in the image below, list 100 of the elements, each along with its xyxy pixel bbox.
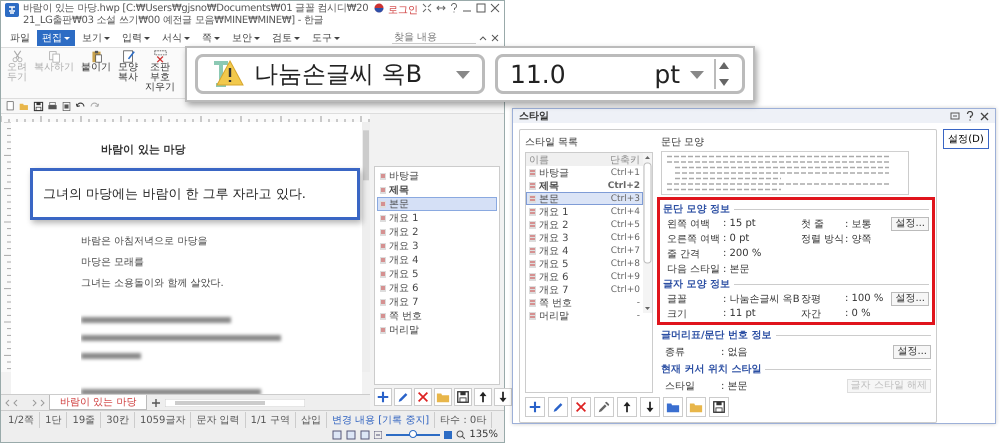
style-row[interactable]: 바탕글 Ctrl+1 (526, 166, 643, 179)
magnifier-icon[interactable] (456, 430, 466, 439)
style-row[interactable]: 개요 4 Ctrl+7 (526, 244, 643, 257)
help-icon[interactable] (450, 3, 458, 13)
menu-item[interactable]: 서식 (157, 30, 195, 46)
document-tab[interactable]: 바람이 있는 마당 (49, 395, 148, 410)
slider-thumb[interactable] (409, 430, 418, 438)
menu-item[interactable]: 보안 (227, 30, 265, 46)
style-row[interactable]: 개요 6 Ctrl+9 (526, 270, 643, 283)
x-icon (574, 400, 588, 414)
print-icon[interactable] (47, 100, 58, 112)
arrows-icon[interactable] (436, 3, 446, 13)
status-text: 30칸 (101, 412, 135, 428)
style-row[interactable]: 개요 1 Ctrl+4 (526, 205, 643, 218)
style-row[interactable]: 개요 5 Ctrl+8 (526, 257, 643, 270)
menu-item[interactable]: 검토 (267, 30, 305, 46)
menu-item[interactable]: 보기 (77, 30, 115, 46)
zoom-out-icon[interactable] (374, 430, 382, 438)
style-icon (380, 256, 386, 264)
field-value: : 15 pt (723, 218, 757, 229)
delete-style-button[interactable] (571, 397, 591, 417)
settings-button[interactable]: 설정(D) (943, 129, 989, 149)
edit-style-button[interactable] (394, 388, 412, 406)
column-header: 이름 (529, 154, 550, 166)
font-size-field[interactable]: 11.0 pt (495, 54, 745, 94)
status-text: 문자 입력 (191, 412, 246, 428)
style-row[interactable]: 개요 7 Ctrl+0 (526, 283, 643, 296)
help-icon[interactable] (966, 111, 974, 121)
preview-icon[interactable] (61, 100, 72, 112)
zoom-in-icon[interactable] (444, 430, 452, 438)
style-item[interactable]: 제목 (377, 183, 497, 197)
vertical-scrollbar[interactable] (643, 153, 652, 313)
full-view-icon[interactable] (360, 430, 370, 440)
move-down-button[interactable] (640, 397, 660, 417)
edit-style-button[interactable] (548, 397, 568, 417)
horizontal-scrollbar[interactable] (165, 398, 306, 406)
style-row[interactable]: 제목 Ctrl+2 (526, 179, 643, 192)
close-icon[interactable] (490, 33, 500, 43)
style-item[interactable]: 개요 6 (377, 281, 497, 295)
settings-button[interactable]: 설정... (893, 344, 931, 358)
field-value: : 100 % (845, 293, 884, 304)
login-link[interactable]: 로그인 (388, 3, 418, 17)
style-item[interactable]: 개요 7 (377, 295, 497, 309)
style-item[interactable]: 개요 3 (377, 239, 497, 253)
two-page-view-icon[interactable] (346, 430, 356, 440)
search-field[interactable]: 찾을 내용 (392, 32, 476, 44)
close-icon[interactable] (980, 112, 989, 120)
menu-item[interactable]: 편집 (37, 30, 75, 46)
font-field[interactable]: 나눔손글씨 옥B (195, 54, 485, 94)
style-item[interactable]: 쪽 번호 (377, 309, 497, 323)
spin-buttons-icon[interactable] (714, 57, 730, 91)
save-button[interactable] (454, 388, 472, 406)
menu-item[interactable]: 도구 (307, 30, 345, 46)
style-row[interactable]: 머리말 - (526, 309, 643, 322)
style-item[interactable]: 본문 (377, 197, 497, 211)
pencil-icon (551, 400, 565, 414)
settings-button[interactable]: 설정... (891, 216, 929, 230)
style-name: 개요 5 (539, 258, 570, 270)
page-view-icon[interactable] (332, 430, 342, 440)
ribbon-button[interactable]: 모양 복사 (116, 50, 140, 96)
close-icon[interactable] (490, 3, 500, 13)
settings-button[interactable]: 설정... (891, 292, 929, 306)
style-row[interactable]: 개요 3 Ctrl+6 (526, 231, 643, 244)
style-name: 개요 6 (539, 270, 570, 284)
style-item[interactable]: 개요 2 (377, 225, 497, 239)
style-row[interactable]: 본문 Ctrl+3 (526, 192, 643, 205)
style-item[interactable]: 머리말 (377, 323, 497, 337)
fullscreen-icon[interactable] (422, 3, 432, 13)
new-document-icon[interactable] (5, 100, 16, 112)
style-row[interactable]: 쪽 번호 - (526, 296, 643, 309)
add-tab-icon[interactable] (151, 398, 162, 408)
move-up-button[interactable] (474, 388, 492, 406)
maximize-icon[interactable] (476, 3, 486, 13)
menu-item[interactable]: 입력 (117, 30, 155, 46)
style-item[interactable]: 개요 1 (377, 211, 497, 225)
style-icon (380, 284, 386, 292)
delete-style-button[interactable] (414, 388, 432, 406)
ribbon-button[interactable]: 조판 부호 지우기 (143, 50, 177, 96)
add-style-button[interactable] (525, 397, 545, 417)
style-item[interactable]: 바탕글 (377, 169, 497, 183)
menu-item[interactable]: 파일 (5, 30, 35, 46)
style-item[interactable]: 개요 5 (377, 267, 497, 281)
ribbon-button[interactable]: 붙이기 (79, 50, 113, 96)
status-text: 19줄 (67, 412, 102, 428)
save-icon[interactable] (33, 100, 44, 112)
track-changes-link[interactable]: 변경 내용 [기록 중지] (326, 412, 436, 428)
save-button[interactable] (709, 397, 729, 417)
add-style-button[interactable] (374, 388, 392, 406)
body-text: 마당은 모래를 (81, 256, 146, 269)
move-up-button[interactable] (617, 397, 637, 417)
move-down-button[interactable] (494, 388, 512, 406)
shortcut-text: - (636, 310, 640, 320)
restore-icon[interactable] (950, 111, 960, 121)
style-item[interactable]: 개요 4 (377, 253, 497, 267)
shortcut-text: Ctrl+0 (610, 284, 640, 294)
menu-item[interactable]: 쪽 (197, 30, 225, 46)
pick-style-button[interactable] (594, 397, 614, 417)
style-row[interactable]: 개요 2 Ctrl+5 (526, 218, 643, 231)
import-button[interactable] (663, 397, 683, 417)
caret-icon (214, 36, 220, 42)
